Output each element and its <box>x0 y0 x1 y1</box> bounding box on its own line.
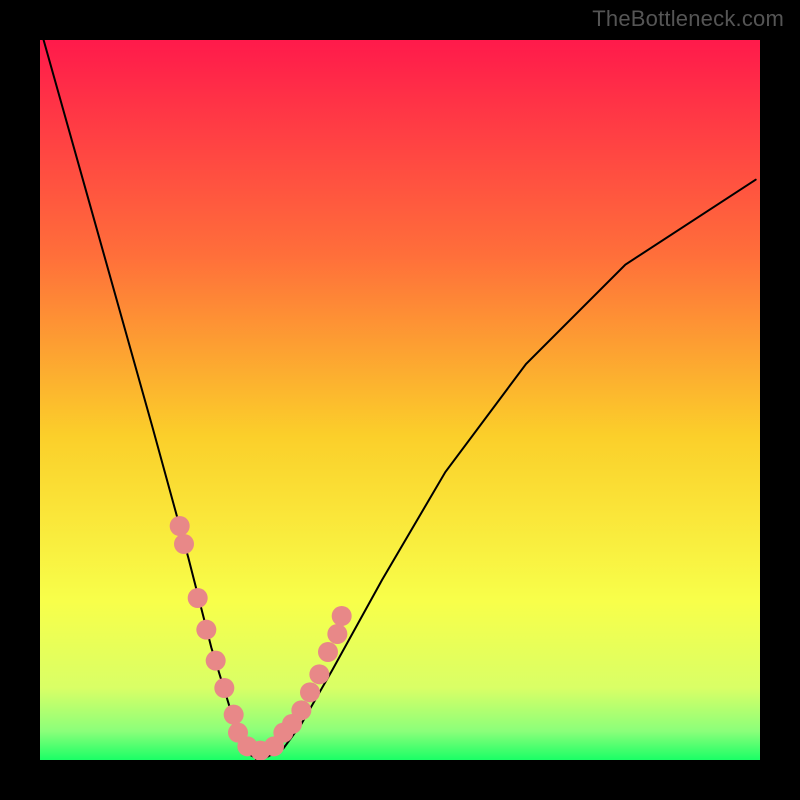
highlight-dot <box>206 651 226 671</box>
curve-right-curve <box>256 180 756 760</box>
curve-left-curve <box>44 40 256 759</box>
highlight-dot <box>174 534 194 554</box>
watermark-text: TheBottleneck.com <box>592 6 784 32</box>
highlight-dot <box>327 624 347 644</box>
plot-area <box>40 40 760 760</box>
highlight-dot <box>214 678 234 698</box>
chart-frame: TheBottleneck.com <box>0 0 800 800</box>
highlight-dot <box>188 588 208 608</box>
highlight-dot <box>196 620 216 640</box>
highlight-dot <box>291 700 311 720</box>
highlight-dot <box>224 705 244 725</box>
highlight-dot <box>300 682 320 702</box>
highlight-dot <box>332 606 352 626</box>
highlight-dot <box>170 516 190 536</box>
curves-layer <box>40 40 760 760</box>
highlight-dot <box>309 664 329 684</box>
highlight-dot <box>318 642 338 662</box>
